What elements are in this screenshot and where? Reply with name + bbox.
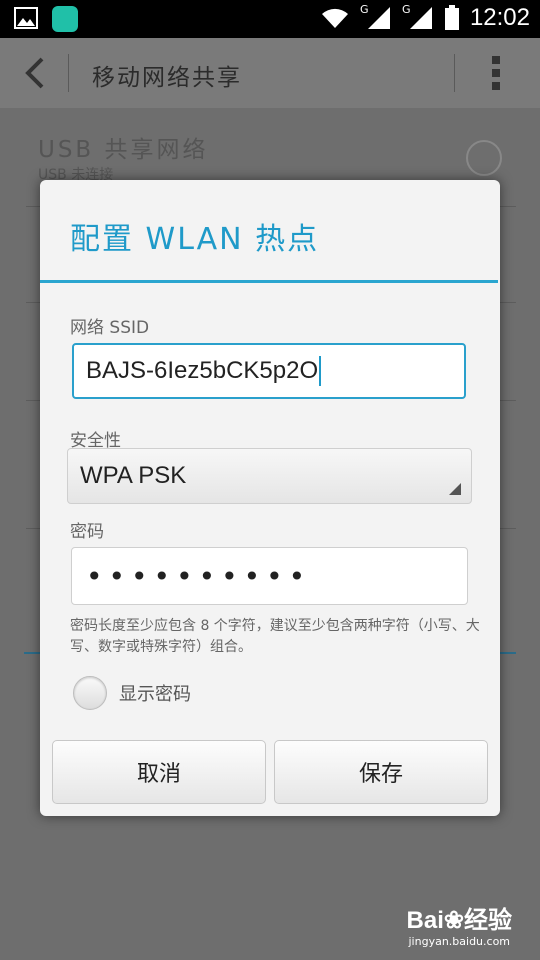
divider [454, 54, 455, 92]
show-password-label: 显示密码 [119, 684, 191, 705]
dialog-title: 配置 WLAN 热点 [70, 222, 320, 257]
ssid-value: BAJS-6Iez5bCK5p2O [86, 357, 319, 384]
app-bar: 移动网络共享 [0, 38, 540, 109]
network-type-label: G [401, 3, 411, 16]
usb-tether-title: USB 共享网络 [38, 137, 209, 163]
usb-tether-toggle[interactable] [466, 140, 502, 176]
signal-strength-2: G [401, 3, 434, 31]
back-icon[interactable] [20, 56, 54, 90]
password-label: 密码 [70, 522, 104, 542]
overflow-menu-icon[interactable] [490, 56, 502, 90]
ssid-label: 网络 SSID [70, 318, 150, 338]
clock: 12:02 [469, 4, 530, 31]
show-password-option[interactable]: 显示密码 [73, 676, 191, 710]
watermark-url: jingyan.baidu.com [408, 935, 511, 948]
title-divider [40, 280, 498, 283]
image-icon [14, 7, 38, 29]
cancel-button[interactable]: 取消 [52, 740, 266, 804]
save-button[interactable]: 保存 [274, 740, 488, 804]
wifi-icon [321, 8, 348, 28]
huawei-app-icon [52, 6, 78, 32]
divider [68, 54, 69, 92]
security-select[interactable]: WPA PSK [67, 448, 472, 504]
wlan-hotspot-dialog: 配置 WLAN 热点 网络 SSID BAJS-6Iez5bCK5p2O 安全性… [40, 180, 500, 816]
password-input[interactable]: •••••••••• [71, 547, 468, 605]
status-bar: G G 12:02 [0, 0, 540, 38]
baidu-watermark: Bai❀经验 jingyan.baidu.com [407, 900, 512, 948]
page-title: 移动网络共享 [92, 65, 242, 91]
ssid-input[interactable]: BAJS-6Iez5bCK5p2O [72, 343, 466, 399]
password-value: •••••••••• [86, 559, 312, 593]
security-value: WPA PSK [80, 462, 187, 489]
dropdown-arrow-icon [449, 483, 461, 495]
signal-strength-1: G [359, 3, 392, 31]
watermark-brand: Bai❀经验 [406, 907, 512, 934]
battery-icon [444, 5, 459, 30]
text-cursor [319, 356, 322, 386]
password-hint: 密码长度至少应包含 8 个字符，建议至少包含两种字符（小写、大写、数字或特殊字符… [70, 618, 480, 655]
show-password-checkbox[interactable] [73, 676, 107, 710]
network-type-label: G [359, 3, 369, 16]
